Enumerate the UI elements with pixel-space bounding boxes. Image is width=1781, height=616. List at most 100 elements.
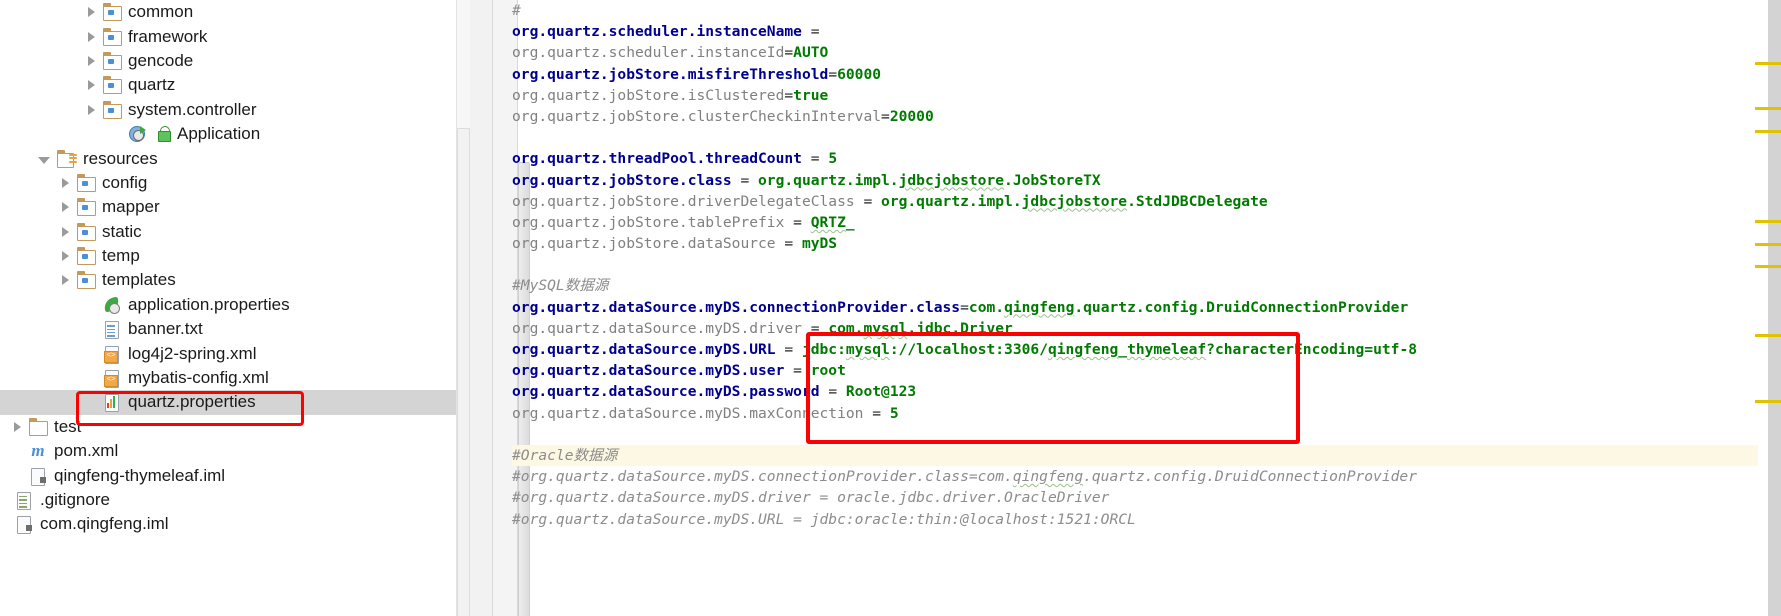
code-line-blank[interactable]: [512, 127, 1781, 148]
sidebar-scrollbar-thumb[interactable]: [457, 128, 470, 616]
editor-annotation-gutter: [470, 0, 493, 616]
code-line-property[interactable]: org.quartz.threadPool.threadCount = 5: [512, 148, 1781, 169]
code-line-property[interactable]: org.quartz.jobStore.tablePrefix = QRTZ_: [512, 212, 1781, 233]
tree-item-label: com.qingfeng.iml: [40, 514, 169, 534]
property-value: 5: [889, 404, 899, 422]
text-file-icon: [102, 320, 122, 340]
code-editor[interactable]: # org.quartz.scheduler.instanceName = org…: [470, 0, 1781, 616]
code-line-property[interactable]: org.quartz.jobStore.class = org.quartz.i…: [512, 170, 1781, 191]
warning-marker[interactable]: [1755, 265, 1781, 268]
tree-item-quartz[interactable]: quartz: [0, 73, 456, 97]
spring-leaf-icon: [102, 296, 122, 314]
code-line-property[interactable]: org.quartz.jobStore.isClustered=true: [512, 85, 1781, 106]
chevron-right-icon[interactable]: [88, 31, 95, 42]
code-line-property[interactable]: org.quartz.dataSource.myDS.connectionPro…: [512, 297, 1781, 318]
tree-item-com-qingfeng-iml[interactable]: com.qingfeng.iml: [0, 512, 456, 536]
code-line-comment[interactable]: #MySQL数据源: [512, 275, 1781, 296]
tree-item-application-properties[interactable]: application.properties: [0, 293, 456, 317]
code-line-blank[interactable]: [512, 424, 1781, 445]
tree-item-mapper[interactable]: mapper: [0, 195, 456, 219]
tree-item-qingfeng-thymeleaf-iml[interactable]: qingfeng-thymeleaf.iml: [0, 463, 456, 487]
property-separator: =: [801, 319, 829, 337]
code-line-comment[interactable]: #Oracle数据源: [512, 444, 1781, 467]
tree-item-label: quartz: [128, 75, 176, 95]
warning-marker[interactable]: [1755, 400, 1781, 403]
warning-marker[interactable]: [1755, 62, 1781, 65]
chevron-right-icon[interactable]: [88, 55, 95, 66]
chevron-right-icon[interactable]: [88, 80, 95, 91]
property-separator: =: [784, 213, 811, 231]
code-line-property[interactable]: org.quartz.jobStore.clusterCheckinInterv…: [512, 106, 1781, 127]
tree-item-test[interactable]: test: [0, 415, 456, 439]
chevron-right-icon[interactable]: [62, 202, 69, 213]
chevron-right-icon[interactable]: [88, 7, 95, 18]
tree-item-static[interactable]: static: [0, 220, 456, 244]
tree-item-application[interactable]: Application: [0, 122, 456, 146]
code-content[interactable]: # org.quartz.scheduler.instanceName = org…: [512, 0, 1781, 616]
editor-marker-scrollbar[interactable]: [1768, 0, 1781, 616]
comment-text: #org.quartz.dataSource.myDS.connectionPr…: [512, 468, 1417, 486]
tree-item-label: static: [102, 221, 142, 241]
code-line-property[interactable]: org.quartz.jobStore.dataSource = myDS: [512, 233, 1781, 254]
tree-item-resources[interactable]: resources: [0, 146, 456, 170]
properties-file-icon: [102, 393, 122, 413]
property-separator: =: [819, 383, 846, 401]
chevron-right-icon[interactable]: [62, 226, 69, 237]
editor-right-gap: [1758, 0, 1768, 616]
chevron-right-icon[interactable]: [62, 177, 69, 188]
code-line-property[interactable]: org.quartz.dataSource.myDS.driver = com.…: [512, 318, 1781, 339]
chevron-right-icon[interactable]: [14, 421, 21, 432]
code-line-comment[interactable]: #org.quartz.dataSource.myDS.URL = jdbc:o…: [512, 509, 1781, 530]
code-line-property[interactable]: org.quartz.dataSource.myDS.URL = jdbc:my…: [512, 339, 1781, 360]
tree-item-framework[interactable]: framework: [0, 24, 456, 48]
code-line-property[interactable]: org.quartz.jobStore.misfireThreshold=600…: [512, 64, 1781, 85]
tree-item-config[interactable]: config: [0, 171, 456, 195]
warning-marker[interactable]: [1755, 243, 1781, 246]
warning-marker[interactable]: [1755, 334, 1781, 337]
tree-item-quartz-properties[interactable]: quartz.properties: [0, 390, 456, 415]
code-line-blank[interactable]: [512, 254, 1781, 275]
property-value: Root@123: [845, 383, 917, 401]
code-line-property[interactable]: org.quartz.scheduler.instanceId=AUTO: [512, 42, 1781, 63]
tree-item-label: log4j2-spring.xml: [128, 343, 257, 363]
tree-item-system-controller[interactable]: system.controller: [0, 98, 456, 122]
project-tree-panel[interactable]: common framework gencode quartz system.contr…: [0, 0, 456, 616]
chevron-right-icon[interactable]: [62, 275, 69, 286]
code-line-property[interactable]: org.quartz.dataSource.myDS.user = root: [512, 360, 1781, 381]
tree-item-label: config: [102, 172, 148, 192]
comment-text: #Oracle数据源: [512, 446, 618, 464]
property-value: root: [810, 362, 846, 380]
code-line-property[interactable]: org.quartz.dataSource.myDS.password = Ro…: [512, 381, 1781, 402]
tree-item-label: system.controller: [128, 99, 257, 119]
code-line-comment[interactable]: #org.quartz.dataSource.myDS.driver = ora…: [512, 487, 1781, 508]
maven-icon: m: [31, 441, 45, 461]
tree-item-common[interactable]: common: [0, 0, 456, 24]
warning-marker[interactable]: [1755, 107, 1781, 110]
chevron-right-icon[interactable]: [62, 251, 69, 262]
tree-item-templates[interactable]: templates: [0, 268, 456, 292]
code-line-property[interactable]: org.quartz.dataSource.myDS.maxConnection…: [512, 403, 1781, 424]
property-value: AUTO: [793, 44, 829, 62]
tree-item-label: gencode: [128, 50, 194, 70]
tree-item-log4j2-spring-xml[interactable]: <> log4j2-spring.xml: [0, 341, 456, 365]
code-line-property[interactable]: org.quartz.jobStore.driverDelegateClass …: [512, 191, 1781, 212]
tree-item-mybatis-config-xml[interactable]: <> mybatis-config.xml: [0, 366, 456, 390]
code-line-comment[interactable]: #org.quartz.dataSource.myDS.connectionPr…: [512, 466, 1781, 487]
property-key: org.quartz.jobStore.clusterCheckinInterv…: [512, 107, 882, 125]
chevron-right-icon[interactable]: [88, 104, 95, 115]
tree-item-label: framework: [128, 26, 208, 46]
tree-item-gencode[interactable]: gencode: [0, 49, 456, 73]
code-line-property[interactable]: org.quartz.scheduler.instanceName =: [512, 21, 1781, 42]
tree-item-banner-txt[interactable]: banner.txt: [0, 317, 456, 341]
property-separator: =: [801, 23, 829, 41]
code-line-comment[interactable]: #: [512, 0, 1781, 21]
tree-item-temp[interactable]: temp: [0, 244, 456, 268]
tree-item-pom-xml[interactable]: m pom.xml: [0, 439, 456, 463]
tree-item--gitignore[interactable]: .gitignore: [0, 488, 456, 512]
warning-marker[interactable]: [1755, 130, 1781, 133]
warning-marker[interactable]: [1755, 220, 1781, 223]
tree-item-label: quartz.properties: [128, 392, 256, 412]
property-key: org.quartz.jobStore.driverDelegateClass: [512, 192, 855, 210]
project-tree[interactable]: common framework gencode quartz system.contr…: [0, 0, 456, 537]
chevron-down-icon[interactable]: [38, 156, 50, 164]
